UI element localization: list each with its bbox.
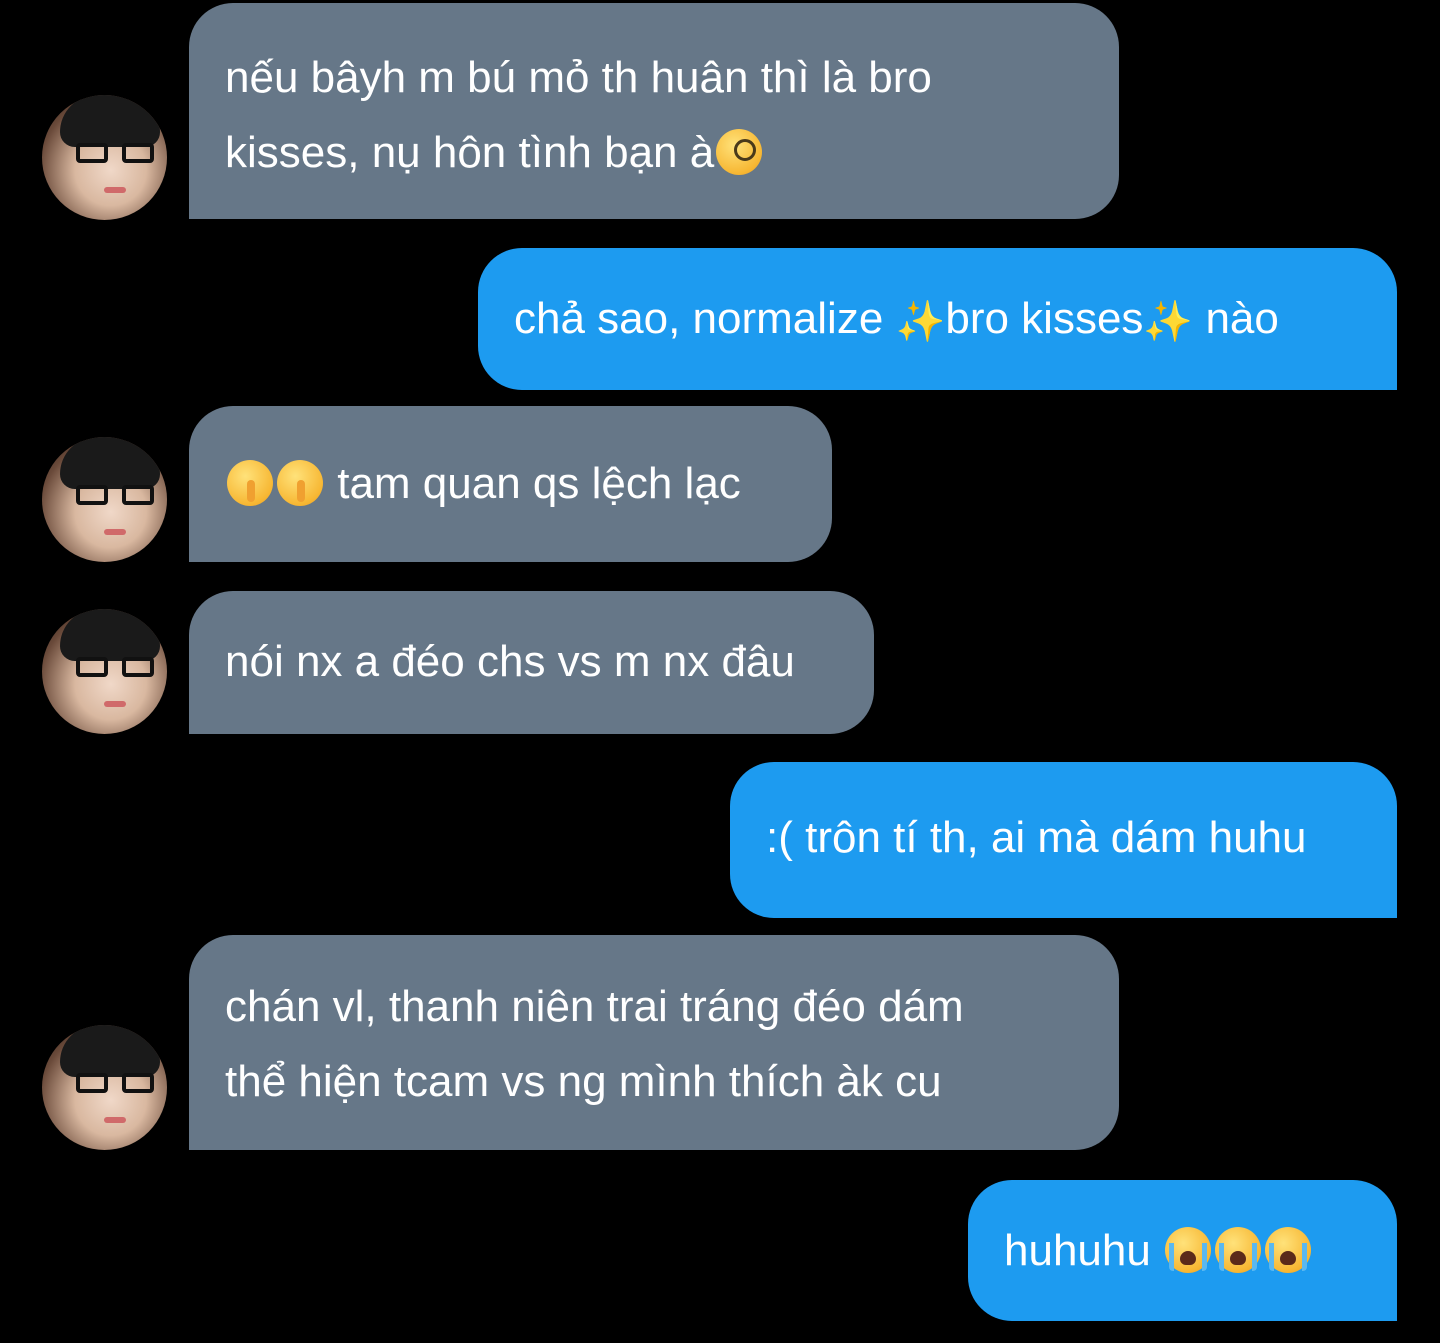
sparkles-icon: ✨ bbox=[1143, 299, 1194, 345]
message-bubble-sent[interactable]: :( trôn tí th, ai mà dám huhu bbox=[730, 762, 1397, 918]
avatar-hair bbox=[60, 437, 160, 489]
contact-avatar[interactable] bbox=[42, 437, 167, 562]
message-line-text: kisses, nụ hôn tình bạn à bbox=[225, 128, 715, 177]
shushing-face-icon bbox=[227, 460, 273, 506]
avatar-mouth bbox=[104, 1117, 126, 1123]
avatar-glasses bbox=[76, 485, 154, 507]
avatar-glasses bbox=[76, 1073, 154, 1095]
shushing-face-icon bbox=[277, 460, 323, 506]
contact-avatar[interactable] bbox=[42, 1025, 167, 1150]
loudly-crying-face-icon bbox=[1215, 1227, 1262, 1273]
message-text: nói nx a đéo chs vs m nx đâu bbox=[225, 637, 795, 686]
message-bubble-received[interactable]: nói nx a đéo chs vs m nx đâu bbox=[189, 591, 874, 734]
message-text: chả sao, normalize bbox=[514, 294, 896, 343]
message-line: chán vl, thanh niên trai tráng đéo dám bbox=[225, 982, 964, 1031]
avatar-hair bbox=[60, 95, 160, 147]
message-line: nếu bâyh m bú mỏ th huân thì là bro bbox=[225, 53, 932, 102]
message-bubble-sent[interactable]: huhuhu bbox=[968, 1180, 1397, 1321]
message-bubble-received[interactable]: chán vl, thanh niên trai tráng đéo dám t… bbox=[189, 935, 1119, 1150]
message-bubble-sent[interactable]: chả sao, normalize ✨bro kisses✨ nào bbox=[478, 248, 1397, 390]
face-with-monocle-icon bbox=[716, 129, 763, 175]
loudly-crying-face-icon bbox=[1165, 1227, 1212, 1273]
message-text: nào bbox=[1193, 294, 1279, 343]
sparkles-icon: ✨ bbox=[895, 299, 946, 345]
message-bubble-received[interactable]: nếu bâyh m bú mỏ th huân thì là bro kiss… bbox=[189, 3, 1119, 219]
avatar-glasses bbox=[76, 657, 154, 679]
message-bubble-received[interactable]: tam quan qs lệch lạc bbox=[189, 406, 832, 562]
contact-avatar[interactable] bbox=[42, 95, 167, 220]
avatar-hair bbox=[60, 1025, 160, 1077]
message-text: tam quan qs lệch lạc bbox=[325, 459, 741, 508]
avatar-mouth bbox=[104, 701, 126, 707]
message-line: kisses, nụ hôn tình bạn à bbox=[225, 115, 1083, 190]
avatar-mouth bbox=[104, 529, 126, 535]
message-text: huhuhu bbox=[1004, 1226, 1164, 1275]
message-line: thể hiện tcam vs ng mình thích àk cu bbox=[225, 1057, 942, 1106]
message-text: :( trôn tí th, ai mà dám huhu bbox=[766, 813, 1307, 862]
avatar-hair bbox=[60, 609, 160, 661]
loudly-crying-face-icon bbox=[1265, 1227, 1312, 1273]
avatar-glasses bbox=[76, 143, 154, 165]
contact-avatar[interactable] bbox=[42, 609, 167, 734]
avatar-mouth bbox=[104, 187, 126, 193]
message-text: bro kisses bbox=[945, 294, 1144, 343]
